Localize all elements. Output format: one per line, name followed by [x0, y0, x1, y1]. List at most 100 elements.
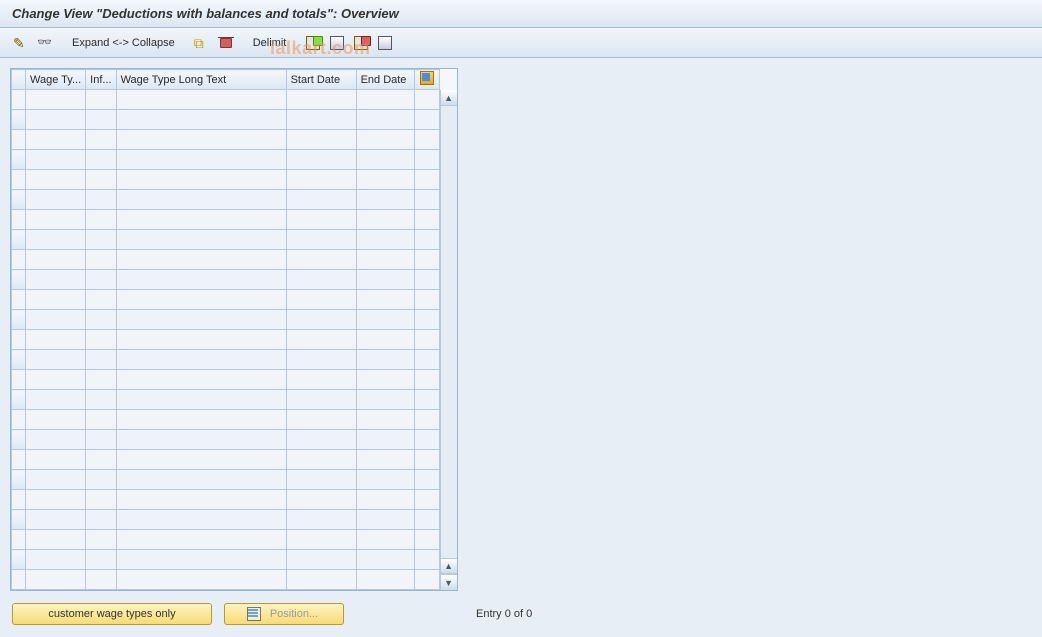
cell-infotype[interactable]	[86, 130, 116, 150]
cell-infotype[interactable]	[86, 230, 116, 250]
cell-start-date[interactable]	[286, 230, 356, 250]
cell-wage-type[interactable]	[26, 190, 86, 210]
cell-start-date[interactable]	[286, 530, 356, 550]
cell-start-date[interactable]	[286, 170, 356, 190]
cell-start-date[interactable]	[286, 210, 356, 230]
row-selector[interactable]	[12, 350, 26, 370]
cell-infotype[interactable]	[86, 290, 116, 310]
cell-end-date[interactable]	[356, 530, 414, 550]
cell-start-date[interactable]	[286, 470, 356, 490]
row-selector[interactable]	[12, 170, 26, 190]
cell-infotype[interactable]	[86, 530, 116, 550]
cell-infotype[interactable]	[86, 490, 116, 510]
cell-long-text[interactable]	[116, 410, 286, 430]
row-selector[interactable]	[12, 550, 26, 570]
table-row[interactable]	[12, 370, 440, 390]
table-row[interactable]	[12, 450, 440, 470]
cell-wage-type[interactable]	[26, 290, 86, 310]
change-button[interactable]	[12, 34, 30, 52]
row-selector[interactable]	[12, 390, 26, 410]
cell-wage-type[interactable]	[26, 470, 86, 490]
cell-long-text[interactable]	[116, 390, 286, 410]
copy-button[interactable]	[193, 34, 211, 52]
cell-end-date[interactable]	[356, 330, 414, 350]
cell-end-date[interactable]	[356, 430, 414, 450]
cell-end-date[interactable]	[356, 190, 414, 210]
cell-wage-type[interactable]	[26, 170, 86, 190]
cell-long-text[interactable]	[116, 510, 286, 530]
cell-end-date[interactable]	[356, 450, 414, 470]
cell-end-date[interactable]	[356, 170, 414, 190]
cell-long-text[interactable]	[116, 270, 286, 290]
row-selector[interactable]	[12, 450, 26, 470]
cell-wage-type[interactable]	[26, 250, 86, 270]
cell-wage-type[interactable]	[26, 510, 86, 530]
table-row[interactable]	[12, 390, 440, 410]
cell-end-date[interactable]	[356, 470, 414, 490]
cell-infotype[interactable]	[86, 110, 116, 130]
cell-long-text[interactable]	[116, 490, 286, 510]
cell-infotype[interactable]	[86, 310, 116, 330]
cell-wage-type[interactable]	[26, 350, 86, 370]
col-start-date[interactable]: Start Date	[286, 70, 356, 90]
scroll-up-button[interactable]: ▲	[441, 90, 457, 106]
cell-long-text[interactable]	[116, 570, 286, 590]
cell-infotype[interactable]	[86, 350, 116, 370]
cell-end-date[interactable]	[356, 90, 414, 110]
cell-start-date[interactable]	[286, 490, 356, 510]
table-row[interactable]	[12, 310, 440, 330]
cell-long-text[interactable]	[116, 350, 286, 370]
table-row[interactable]	[12, 170, 440, 190]
delimit-button[interactable]: Delimit	[249, 37, 291, 49]
customer-wage-types-button[interactable]: customer wage types only	[12, 603, 212, 625]
cell-long-text[interactable]	[116, 130, 286, 150]
cell-wage-type[interactable]	[26, 90, 86, 110]
table-row[interactable]	[12, 150, 440, 170]
row-selector[interactable]	[12, 210, 26, 230]
table-row[interactable]	[12, 550, 440, 570]
cell-end-date[interactable]	[356, 490, 414, 510]
cell-end-date[interactable]	[356, 290, 414, 310]
cell-start-date[interactable]	[286, 390, 356, 410]
col-wage-type-long-text[interactable]: Wage Type Long Text	[116, 70, 286, 90]
cell-infotype[interactable]	[86, 570, 116, 590]
table-row[interactable]	[12, 230, 440, 250]
cell-infotype[interactable]	[86, 270, 116, 290]
cell-wage-type[interactable]	[26, 150, 86, 170]
cell-long-text[interactable]	[116, 450, 286, 470]
cell-long-text[interactable]	[116, 330, 286, 350]
cell-infotype[interactable]	[86, 390, 116, 410]
table-row[interactable]	[12, 270, 440, 290]
cell-start-date[interactable]	[286, 350, 356, 370]
cell-wage-type[interactable]	[26, 130, 86, 150]
cell-wage-type[interactable]	[26, 550, 86, 570]
table-row[interactable]	[12, 570, 440, 590]
cell-start-date[interactable]	[286, 130, 356, 150]
cell-end-date[interactable]	[356, 270, 414, 290]
cell-wage-type[interactable]	[26, 410, 86, 430]
table-row[interactable]	[12, 110, 440, 130]
cell-long-text[interactable]	[116, 430, 286, 450]
cell-end-date[interactable]	[356, 150, 414, 170]
scroll-down-step-button[interactable]: ▲	[441, 558, 457, 574]
deselect-all-button[interactable]	[352, 34, 370, 52]
cell-wage-type[interactable]	[26, 490, 86, 510]
row-selector[interactable]	[12, 230, 26, 250]
configure-columns-button[interactable]	[414, 70, 439, 90]
select-block-button[interactable]	[328, 34, 346, 52]
table-row[interactable]	[12, 410, 440, 430]
row-selector-header[interactable]	[12, 70, 26, 90]
cell-long-text[interactable]	[116, 530, 286, 550]
table-row[interactable]	[12, 90, 440, 110]
cell-start-date[interactable]	[286, 90, 356, 110]
cell-start-date[interactable]	[286, 550, 356, 570]
cell-start-date[interactable]	[286, 330, 356, 350]
cell-end-date[interactable]	[356, 350, 414, 370]
cell-infotype[interactable]	[86, 90, 116, 110]
cell-start-date[interactable]	[286, 430, 356, 450]
cell-long-text[interactable]	[116, 190, 286, 210]
scroll-down-button[interactable]: ▼	[441, 574, 457, 590]
cell-infotype[interactable]	[86, 250, 116, 270]
position-button[interactable]: Position...	[224, 603, 344, 625]
row-selector[interactable]	[12, 310, 26, 330]
